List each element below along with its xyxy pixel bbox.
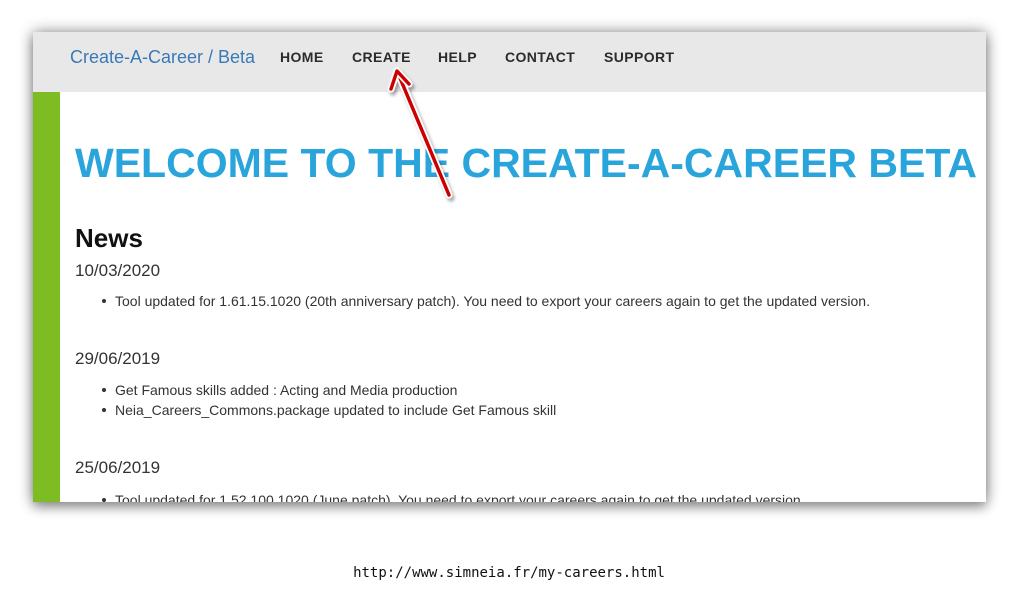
screenshot-stage: Create-A-Career / Beta HOME CREATE HELP … — [0, 0, 1018, 614]
accent-sidebar-bar — [33, 92, 60, 502]
news-list: Tool updated for 1.61.15.1020 (20th anni… — [102, 291, 870, 311]
nav-contact[interactable]: CONTACT — [505, 49, 575, 65]
news-item-text: Neia_Careers_Commons.package updated to … — [115, 402, 557, 418]
news-item-text: Get Famous skills added : Acting and Med… — [115, 382, 458, 398]
news-date: 29/06/2019 — [75, 349, 161, 368]
bullet-icon — [102, 408, 106, 412]
bullet-icon — [102, 299, 106, 303]
news-date: 25/06/2019 — [75, 458, 161, 477]
news-list: Get Famous skills added : Acting and Med… — [102, 380, 557, 420]
news-item: Tool updated for 1.61.15.1020 (20th anni… — [102, 291, 870, 311]
news-heading: News — [75, 223, 143, 253]
news-item: Neia_Careers_Commons.package updated to … — [102, 400, 557, 420]
bullet-icon — [102, 498, 106, 502]
nav-help[interactable]: HELP — [438, 49, 477, 65]
top-navbar: Create-A-Career / Beta HOME CREATE HELP … — [33, 32, 986, 92]
nav-support[interactable]: SUPPORT — [604, 49, 674, 65]
browser-window: Create-A-Career / Beta HOME CREATE HELP … — [33, 32, 986, 502]
news-list: Tool updated for 1.52.100.1020 (June pat… — [102, 490, 805, 502]
news-item-text: Tool updated for 1.52.100.1020 (June pat… — [115, 492, 805, 502]
news-item: Get Famous skills added : Acting and Med… — [102, 380, 556, 400]
nav-home[interactable]: HOME — [280, 49, 324, 65]
news-date: 10/03/2020 — [75, 261, 161, 280]
news-item-text: Tool updated for 1.61.15.1020 (20th anni… — [115, 293, 870, 309]
page-url-caption: http://www.simneia.fr/my-careers.html — [353, 565, 665, 581]
page-title: WELCOME TO THE CREATE-A-CAREER BETA — [75, 140, 977, 186]
nav-create[interactable]: CREATE — [352, 49, 411, 65]
site-brand-link[interactable]: Create-A-Career / Beta — [70, 47, 255, 67]
news-item: Tool updated for 1.52.100.1020 (June pat… — [102, 490, 805, 502]
main-content: WELCOME TO THE CREATE-A-CAREER BETA News… — [33, 92, 986, 502]
bullet-icon — [102, 388, 106, 392]
